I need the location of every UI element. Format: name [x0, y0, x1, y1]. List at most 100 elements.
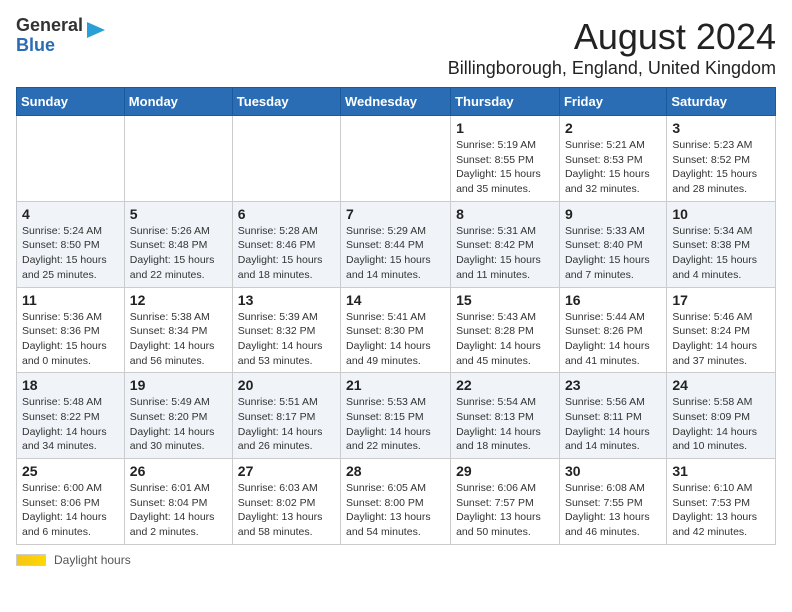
day-info: Sunrise: 5:39 AM Sunset: 8:32 PM Dayligh…	[238, 310, 335, 369]
week-row-4: 18 Sunrise: 5:48 AM Sunset: 8:22 PM Dayli…	[17, 373, 776, 459]
logo: General Blue	[16, 16, 105, 56]
day-header-saturday: Saturday	[667, 88, 776, 116]
day-number: 2	[565, 120, 661, 136]
calendar-cell: 24 Sunrise: 5:58 AM Sunset: 8:09 PM Dayli…	[667, 373, 776, 459]
day-info: Sunrise: 5:23 AM Sunset: 8:52 PM Dayligh…	[672, 138, 770, 197]
days-header-row: SundayMondayTuesdayWednesdayThursdayFrid…	[17, 88, 776, 116]
calendar-cell	[124, 116, 232, 202]
calendar-cell: 12 Sunrise: 5:38 AM Sunset: 8:34 PM Dayli…	[124, 287, 232, 373]
calendar-cell: 26 Sunrise: 6:01 AM Sunset: 8:04 PM Dayli…	[124, 459, 232, 545]
calendar-cell: 6Sunrise: 5:28 AM Sunset: 8:46 PM Daylig…	[232, 201, 340, 287]
day-info: Sunrise: 6:03 AM Sunset: 8:02 PM Dayligh…	[238, 481, 335, 540]
day-number: 17	[672, 292, 770, 308]
day-info: Sunrise: 5:51 AM Sunset: 8:17 PM Dayligh…	[238, 395, 335, 454]
day-number: 27	[238, 463, 335, 479]
day-info: Sunrise: 5:19 AM Sunset: 8:55 PM Dayligh…	[456, 138, 554, 197]
calendar-body: 1Sunrise: 5:19 AM Sunset: 8:55 PM Daylig…	[17, 116, 776, 545]
day-info: Sunrise: 5:38 AM Sunset: 8:34 PM Dayligh…	[130, 310, 227, 369]
day-info: Sunrise: 5:21 AM Sunset: 8:53 PM Dayligh…	[565, 138, 661, 197]
calendar-cell: 5 Sunrise: 5:26 AM Sunset: 8:48 PM Daylig…	[124, 201, 232, 287]
day-header-thursday: Thursday	[451, 88, 560, 116]
day-number: 21	[346, 377, 445, 393]
day-info: Sunrise: 6:01 AM Sunset: 8:04 PM Dayligh…	[130, 481, 227, 540]
day-header-monday: Monday	[124, 88, 232, 116]
day-number: 25	[22, 463, 119, 479]
page-title: August 2024	[448, 16, 776, 58]
day-info: Sunrise: 5:24 AM Sunset: 8:50 PM Dayligh…	[22, 224, 119, 283]
logo-arrow-icon	[87, 20, 105, 40]
day-header-tuesday: Tuesday	[232, 88, 340, 116]
calendar-cell: 21Sunrise: 5:53 AM Sunset: 8:15 PM Dayli…	[341, 373, 451, 459]
footer: Daylight hours	[16, 553, 776, 567]
day-info: Sunrise: 5:29 AM Sunset: 8:44 PM Dayligh…	[346, 224, 445, 283]
day-info: Sunrise: 5:28 AM Sunset: 8:46 PM Dayligh…	[238, 224, 335, 283]
day-header-wednesday: Wednesday	[341, 88, 451, 116]
calendar-cell: 27 Sunrise: 6:03 AM Sunset: 8:02 PM Dayli…	[232, 459, 340, 545]
day-info: Sunrise: 5:43 AM Sunset: 8:28 PM Dayligh…	[456, 310, 554, 369]
day-info: Sunrise: 5:31 AM Sunset: 8:42 PM Dayligh…	[456, 224, 554, 283]
day-number: 26	[130, 463, 227, 479]
page-header: General Blue August 2024 Billingborough,…	[16, 16, 776, 79]
day-info: Sunrise: 5:49 AM Sunset: 8:20 PM Dayligh…	[130, 395, 227, 454]
day-info: Sunrise: 5:58 AM Sunset: 8:09 PM Dayligh…	[672, 395, 770, 454]
day-number: 5	[130, 206, 227, 222]
day-number: 23	[565, 377, 661, 393]
calendar-cell	[232, 116, 340, 202]
day-number: 11	[22, 292, 119, 308]
calendar-cell: 8 Sunrise: 5:31 AM Sunset: 8:42 PM Daylig…	[451, 201, 560, 287]
calendar-cell: 28Sunrise: 6:05 AM Sunset: 8:00 PM Dayli…	[341, 459, 451, 545]
calendar-cell: 1Sunrise: 5:19 AM Sunset: 8:55 PM Daylig…	[451, 116, 560, 202]
week-row-5: 25Sunrise: 6:00 AM Sunset: 8:06 PM Dayli…	[17, 459, 776, 545]
day-number: 30	[565, 463, 661, 479]
calendar-cell: 30Sunrise: 6:08 AM Sunset: 7:55 PM Dayli…	[559, 459, 666, 545]
day-number: 24	[672, 377, 770, 393]
day-number: 14	[346, 292, 445, 308]
day-info: Sunrise: 5:41 AM Sunset: 8:30 PM Dayligh…	[346, 310, 445, 369]
calendar-cell: 11Sunrise: 5:36 AM Sunset: 8:36 PM Dayli…	[17, 287, 125, 373]
calendar-cell: 22 Sunrise: 5:54 AM Sunset: 8:13 PM Dayli…	[451, 373, 560, 459]
calendar-cell: 14 Sunrise: 5:41 AM Sunset: 8:30 PM Dayli…	[341, 287, 451, 373]
day-number: 18	[22, 377, 119, 393]
day-number: 15	[456, 292, 554, 308]
day-number: 19	[130, 377, 227, 393]
calendar-cell: 2 Sunrise: 5:21 AM Sunset: 8:53 PM Daylig…	[559, 116, 666, 202]
day-number: 12	[130, 292, 227, 308]
day-info: Sunrise: 5:46 AM Sunset: 8:24 PM Dayligh…	[672, 310, 770, 369]
calendar-cell	[17, 116, 125, 202]
day-info: Sunrise: 5:26 AM Sunset: 8:48 PM Dayligh…	[130, 224, 227, 283]
calendar-cell: 17 Sunrise: 5:46 AM Sunset: 8:24 PM Dayli…	[667, 287, 776, 373]
week-row-3: 11Sunrise: 5:36 AM Sunset: 8:36 PM Dayli…	[17, 287, 776, 373]
day-info: Sunrise: 6:06 AM Sunset: 7:57 PM Dayligh…	[456, 481, 554, 540]
calendar-cell: 3 Sunrise: 5:23 AM Sunset: 8:52 PM Daylig…	[667, 116, 776, 202]
calendar-cell: 31 Sunrise: 6:10 AM Sunset: 7:53 PM Dayli…	[667, 459, 776, 545]
calendar-cell: 25Sunrise: 6:00 AM Sunset: 8:06 PM Dayli…	[17, 459, 125, 545]
logo-general: General	[16, 16, 83, 36]
day-info: Sunrise: 5:56 AM Sunset: 8:11 PM Dayligh…	[565, 395, 661, 454]
day-info: Sunrise: 6:10 AM Sunset: 7:53 PM Dayligh…	[672, 481, 770, 540]
calendar-cell: 10Sunrise: 5:34 AM Sunset: 8:38 PM Dayli…	[667, 201, 776, 287]
day-info: Sunrise: 5:54 AM Sunset: 8:13 PM Dayligh…	[456, 395, 554, 454]
day-number: 3	[672, 120, 770, 136]
title-block: August 2024 Billingborough, England, Uni…	[448, 16, 776, 79]
day-info: Sunrise: 5:48 AM Sunset: 8:22 PM Dayligh…	[22, 395, 119, 454]
logo-text: General Blue	[16, 16, 105, 56]
day-header-sunday: Sunday	[17, 88, 125, 116]
calendar-cell: 18 Sunrise: 5:48 AM Sunset: 8:22 PM Dayli…	[17, 373, 125, 459]
day-number: 29	[456, 463, 554, 479]
daylight-label: Daylight hours	[54, 553, 131, 567]
day-number: 31	[672, 463, 770, 479]
page-subtitle: Billingborough, England, United Kingdom	[448, 58, 776, 79]
day-number: 20	[238, 377, 335, 393]
day-info: Sunrise: 5:34 AM Sunset: 8:38 PM Dayligh…	[672, 224, 770, 283]
day-info: Sunrise: 5:44 AM Sunset: 8:26 PM Dayligh…	[565, 310, 661, 369]
day-info: Sunrise: 5:33 AM Sunset: 8:40 PM Dayligh…	[565, 224, 661, 283]
calendar-cell: 13Sunrise: 5:39 AM Sunset: 8:32 PM Dayli…	[232, 287, 340, 373]
day-number: 8	[456, 206, 554, 222]
calendar-table: SundayMondayTuesdayWednesdayThursdayFrid…	[16, 87, 776, 545]
day-header-friday: Friday	[559, 88, 666, 116]
day-number: 22	[456, 377, 554, 393]
day-number: 4	[22, 206, 119, 222]
day-number: 28	[346, 463, 445, 479]
calendar-cell: 9Sunrise: 5:33 AM Sunset: 8:40 PM Daylig…	[559, 201, 666, 287]
day-number: 16	[565, 292, 661, 308]
